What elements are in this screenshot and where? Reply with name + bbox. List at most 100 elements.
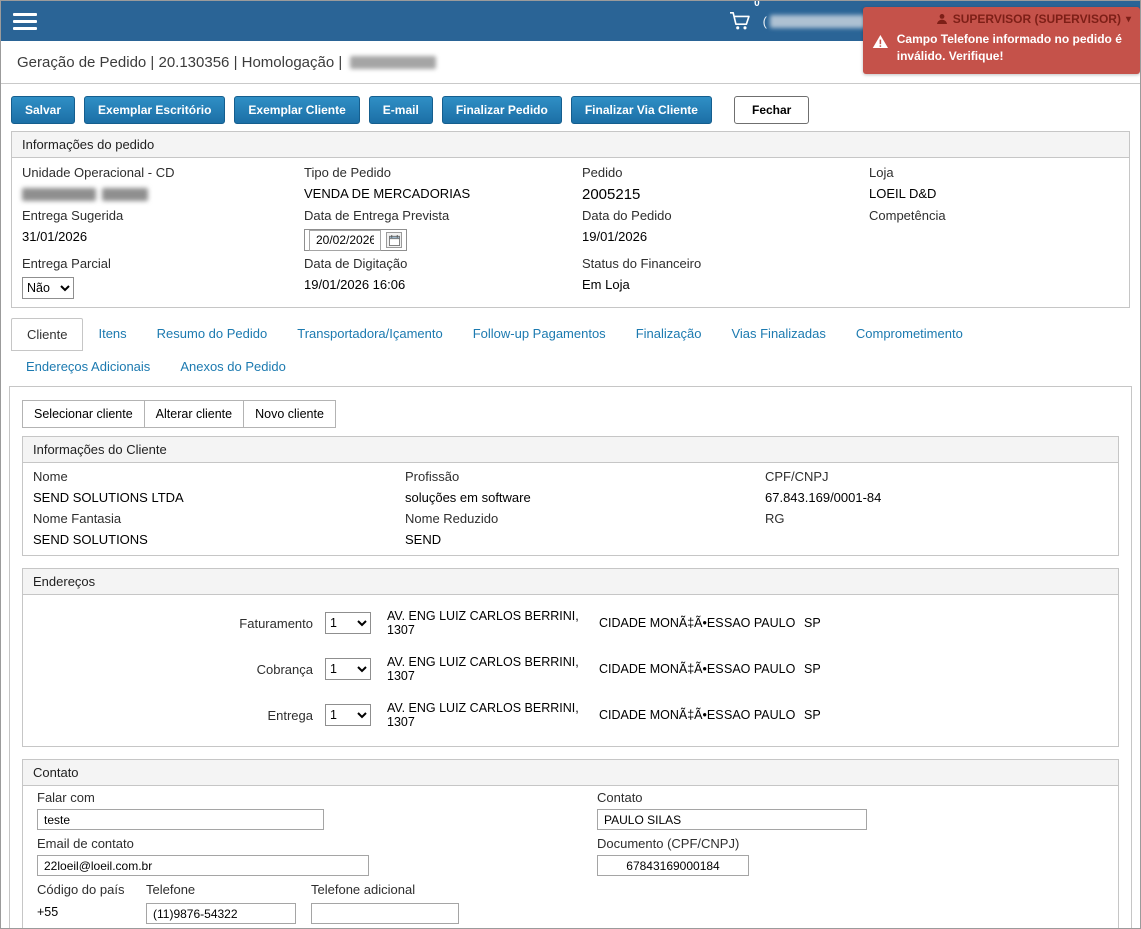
field-label: Email de contato — [37, 836, 597, 851]
address-type-label: Entrega — [33, 708, 313, 723]
field-entrega-parcial: Entrega Parcial Não — [22, 251, 304, 299]
tab-resumo-do-pedido[interactable]: Resumo do Pedido — [142, 318, 283, 351]
field-contato: Contato — [597, 790, 1104, 830]
field-label: Nome Reduzido — [405, 511, 765, 526]
email-input[interactable] — [37, 855, 369, 876]
field-value: 19/01/2026 — [582, 229, 869, 244]
user-label: SUPERVISOR (SUPERVISOR) — [953, 12, 1121, 26]
field-label: Status do Financeiro — [582, 256, 869, 271]
addresses-body: Faturamento 1 AV. ENG LUIZ CARLOS BERRIN… — [23, 595, 1118, 746]
menu-icon[interactable] — [13, 13, 37, 30]
client-info-panel: Informações do Cliente Nome SEND SOLUTIO… — [22, 436, 1119, 556]
telefone-input[interactable] — [146, 903, 296, 924]
field-label: Falar com — [37, 790, 597, 805]
address-row-cobranca: Cobrança 1 AV. ENG LUIZ CARLOS BERRINI, … — [33, 646, 1108, 692]
phone-display: ( — [763, 14, 866, 29]
tab-vias-finalizadas[interactable]: Vias Finalizadas — [716, 318, 840, 351]
field-label: Entrega Sugerida — [22, 208, 304, 223]
select-client-button[interactable]: Selecionar cliente — [22, 400, 145, 428]
field-competencia: Competência — [869, 203, 1119, 251]
phone-prefix: ( — [763, 14, 767, 29]
address-type-label: Cobrança — [33, 662, 313, 677]
order-number: 2005215 — [582, 186, 869, 203]
order-fields-grid: Unidade Operacional - CD Tipo de Pedido … — [12, 158, 1129, 307]
field-telefone-adicional: Telefone adicional — [311, 882, 459, 924]
page-title: Geração de Pedido | 20.130356 | Homologa… — [17, 54, 342, 71]
user-icon — [936, 13, 948, 25]
email-button[interactable]: E-mail — [369, 96, 433, 124]
client-info-grid: Nome SEND SOLUTIONS LTDA Profissão soluç… — [23, 463, 1118, 555]
tab-itens[interactable]: Itens — [83, 318, 141, 351]
field-empty — [869, 251, 1119, 299]
address-row-entrega: Entrega 1 AV. ENG LUIZ CARLOS BERRINI, 1… — [33, 692, 1108, 738]
calendar-icon[interactable] — [386, 232, 402, 248]
new-client-button[interactable]: Novo cliente — [243, 400, 336, 428]
field-label: CPF/CNPJ — [765, 469, 1108, 484]
tab-enderecos-adicionais[interactable]: Endereços Adicionais — [11, 351, 165, 382]
field-rg: RG — [765, 505, 1108, 547]
field-label: Código do país — [37, 882, 146, 897]
field-label: Pedido — [582, 165, 869, 180]
address-city: SAO PAULO — [724, 662, 804, 676]
field-value: 19/01/2026 16:06 — [304, 277, 582, 292]
breadcrumb-redacted — [350, 56, 436, 69]
field-pedido: Pedido 2005215 — [582, 160, 869, 203]
address-district: CIDADE MONÃ‡Ã•ES — [599, 616, 724, 630]
field-nome-fantasia: Nome Fantasia SEND SOLUTIONS — [33, 505, 405, 547]
field-data-pedido: Data do Pedido 19/01/2026 — [582, 203, 869, 251]
redacted-value — [22, 186, 304, 201]
field-entrega-prevista: Data de Entrega Prevista — [304, 203, 582, 251]
toolbar: Salvar Exemplar Escritório Exemplar Clie… — [1, 84, 1140, 131]
cart-icon[interactable]: 0 — [729, 11, 751, 31]
delivery-date-input[interactable] — [309, 230, 381, 251]
field-label: Documento (CPF/CNPJ) — [597, 836, 1104, 851]
field-value: SEND — [405, 532, 765, 547]
address-seq-select[interactable]: 1 — [325, 612, 371, 634]
finalize-via-client-button[interactable]: Finalizar Via Cliente — [571, 96, 712, 124]
finalize-order-button[interactable]: Finalizar Pedido — [442, 96, 562, 124]
address-district: CIDADE MONÃ‡Ã•ES — [599, 708, 724, 722]
save-button[interactable]: Salvar — [11, 96, 75, 124]
field-label: Unidade Operacional - CD — [22, 165, 304, 180]
field-status-financeiro: Status do Financeiro Em Loja — [582, 251, 869, 299]
calendar-glyph — [389, 235, 400, 246]
phone-fields-row: Código do país +55 Telefone Telefone adi… — [37, 876, 597, 924]
tab-followup-pagamentos[interactable]: Follow-up Pagamentos — [458, 318, 621, 351]
order-info-panel: Informações do pedido Unidade Operaciona… — [11, 131, 1130, 308]
field-falar-com: Falar com — [37, 790, 597, 830]
toast-body: Campo Telefone informado no pedido é inv… — [872, 31, 1131, 65]
field-value: Em Loja — [582, 277, 869, 292]
field-value: 31/01/2026 — [22, 229, 304, 244]
print-office-copy-button[interactable]: Exemplar Escritório — [84, 96, 225, 124]
field-label: Contato — [597, 790, 1104, 805]
telefone-adicional-input[interactable] — [311, 903, 459, 924]
chevron-down-icon: ▾ — [1126, 14, 1131, 25]
print-client-copy-button[interactable]: Exemplar Cliente — [234, 96, 359, 124]
contato-input[interactable] — [597, 809, 867, 830]
field-label: Tipo de Pedido — [304, 165, 582, 180]
tab-finalizacao[interactable]: Finalização — [621, 318, 717, 351]
address-seq-select[interactable]: 1 — [325, 658, 371, 680]
error-toast: SUPERVISOR (SUPERVISOR) ▾ Campo Telefone… — [863, 7, 1140, 74]
change-client-button[interactable]: Alterar cliente — [144, 400, 244, 428]
tab-anexos-do-pedido[interactable]: Anexos do Pedido — [165, 351, 301, 382]
tab-cliente[interactable]: Cliente — [11, 318, 83, 351]
address-seq-select[interactable]: 1 — [325, 704, 371, 726]
field-email-contato: Email de contato — [37, 830, 597, 876]
field-documento: Documento (CPF/CNPJ) — [597, 830, 1104, 876]
tab-bar: Cliente Itens Resumo do Pedido Transport… — [1, 318, 1140, 382]
field-telefone: Telefone — [146, 882, 311, 924]
contact-empty-cell — [597, 876, 1104, 924]
field-tipo-pedido: Tipo de Pedido VENDA DE MERCADORIAS — [304, 160, 582, 203]
documento-input[interactable] — [597, 855, 749, 876]
user-menu[interactable]: SUPERVISOR (SUPERVISOR) ▾ — [872, 10, 1131, 31]
field-nome: Nome SEND SOLUTIONS LTDA — [33, 463, 405, 505]
tab-comprometimento[interactable]: Comprometimento — [841, 318, 978, 351]
field-value: VENDA DE MERCADORIAS — [304, 186, 582, 201]
close-button[interactable]: Fechar — [734, 96, 809, 124]
tab-transportadora-icamento[interactable]: Transportadora/Içamento — [282, 318, 457, 351]
partial-delivery-select[interactable]: Não — [22, 277, 74, 299]
address-state: SP — [804, 662, 821, 676]
falar-com-input[interactable] — [37, 809, 324, 830]
field-profissao: Profissão soluções em software — [405, 463, 765, 505]
